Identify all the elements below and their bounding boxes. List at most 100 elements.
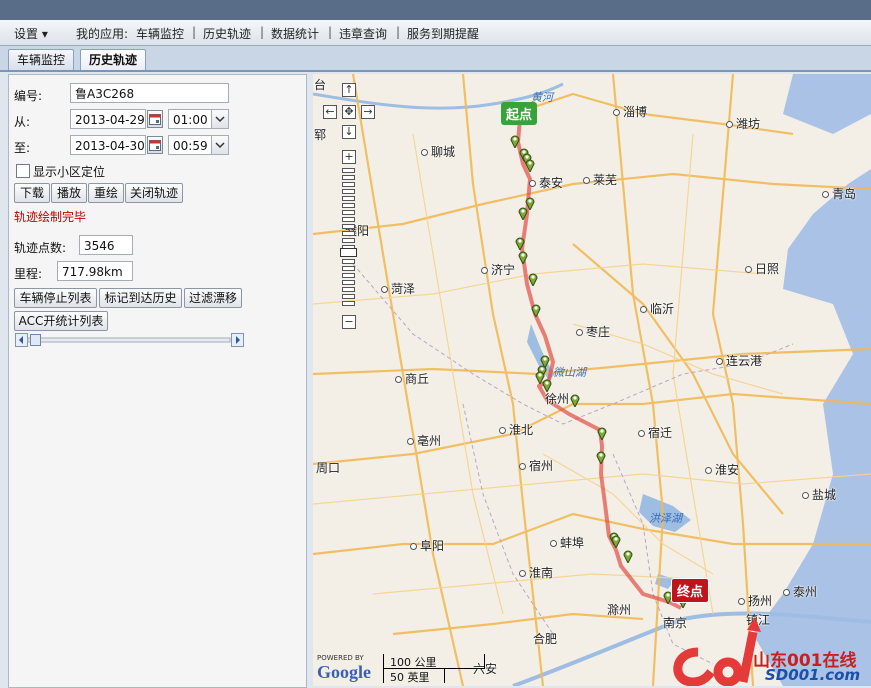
playback-slider[interactable]	[15, 333, 244, 347]
tab-vehicle-monitor[interactable]: 车辆监控	[8, 49, 75, 70]
acc-stats-button[interactable]: ACC开统计列表	[14, 311, 108, 331]
map-view[interactable]: 淄博 潍坊 聊城 泰安 莱芜 青岛 濮阳 济宁 日照 菏泽 临沂 枣庄 商丘 徐…	[313, 74, 871, 686]
city-label: 周口	[316, 461, 341, 475]
track-point-marker[interactable]	[611, 534, 621, 548]
plate-label: 编号:	[14, 89, 43, 103]
my-apps-label: 我的应用:	[76, 27, 129, 41]
city-label: 宿州	[519, 457, 553, 474]
city-label: 扬州	[738, 592, 772, 609]
city-label: 枣庄	[576, 323, 610, 340]
menu-bar: 设置 ▾ 我的应用: 车辆监控 | 历史轨迹 | 数据统计 | 违章查询 | 服…	[0, 20, 871, 46]
watermark-logo	[673, 617, 761, 686]
city-label: 盐城	[802, 486, 836, 503]
to-time-select[interactable]: 00:59	[168, 135, 229, 155]
pan-left-button[interactable]: ←	[323, 105, 337, 119]
menu-history-track[interactable]: 历史轨迹	[203, 25, 251, 42]
to-calendar-button[interactable]	[147, 136, 163, 154]
city-label: 潍坊	[726, 115, 760, 132]
tab-strip: 车辆监控 历史轨迹	[0, 46, 871, 72]
status-message: 轨迹绘制完毕	[14, 210, 87, 224]
zoom-slider-handle[interactable]	[340, 248, 357, 257]
chevron-down-icon[interactable]	[211, 136, 228, 154]
tab-history-track[interactable]: 历史轨迹	[80, 49, 147, 70]
powered-by-text: POWERED BY	[317, 654, 364, 662]
track-point-marker[interactable]	[510, 134, 520, 148]
scale-bar-km: 100 公里	[383, 654, 485, 669]
show-cell-checkbox[interactable]	[16, 164, 30, 178]
arrival-history-button[interactable]: 标记到达历史	[99, 288, 182, 308]
city-label: 淮南	[519, 564, 553, 581]
track-point-marker[interactable]	[528, 272, 538, 286]
track-point-marker[interactable]	[596, 450, 606, 464]
points-value: 3546	[79, 235, 133, 255]
city-label: 连云港	[716, 352, 762, 369]
city-label: 徐州	[545, 392, 570, 406]
show-cell-label: 显示小区定位	[33, 165, 106, 179]
scale-bar-mi: 50 英里	[383, 669, 445, 684]
points-label: 轨迹点数:	[14, 241, 67, 255]
menu-vehicle-monitor[interactable]: 车辆监控	[136, 25, 184, 42]
redraw-button[interactable]: 重绘	[88, 183, 124, 203]
track-point-marker[interactable]	[515, 236, 525, 250]
city-label: 台	[314, 78, 327, 92]
zoom-in-button[interactable]: +	[342, 150, 356, 164]
city-label: 淮安	[705, 461, 739, 478]
stop-list-button[interactable]: 车辆停止列表	[14, 288, 97, 308]
lake-label: 微山湖	[553, 366, 586, 379]
play-button[interactable]: 播放	[51, 183, 87, 203]
city-label: 临沂	[640, 300, 674, 317]
from-calendar-button[interactable]	[147, 110, 163, 128]
calendar-icon	[149, 140, 161, 151]
city-label: 淮北	[499, 421, 533, 438]
city-label: 聊城	[421, 143, 455, 160]
track-point-marker[interactable]	[597, 426, 607, 440]
menu-violation-query[interactable]: 违章查询	[339, 25, 387, 42]
track-point-marker[interactable]	[531, 303, 541, 317]
city-label: 商丘	[395, 370, 429, 387]
pan-center-button[interactable]: ✥	[342, 105, 356, 119]
to-time-value: 00:59	[173, 139, 208, 153]
to-date-input[interactable]: 2013-04-30	[70, 135, 146, 155]
pan-up-button[interactable]: ↑	[342, 83, 356, 97]
track-point-marker[interactable]	[542, 378, 552, 392]
city-label: 郓	[314, 128, 327, 142]
track-point-marker[interactable]	[518, 206, 528, 220]
mileage-value: 717.98km	[57, 261, 133, 281]
zoom-out-button[interactable]: −	[342, 315, 356, 329]
city-label: 滁州	[607, 603, 632, 617]
plate-input[interactable]: 鲁A3C268	[70, 83, 229, 103]
from-time-value: 01:00	[173, 113, 208, 127]
city-label: 亳州	[407, 432, 441, 449]
city-label: 青岛	[822, 185, 856, 202]
city-label: 合肥	[533, 632, 558, 646]
settings-menu[interactable]: 设置 ▾	[14, 25, 48, 42]
city-label: 蚌埠	[550, 534, 584, 551]
chevron-down-icon[interactable]	[211, 110, 228, 128]
download-button[interactable]: 下载	[14, 183, 50, 203]
city-label: 济宁	[481, 261, 515, 278]
pan-right-button[interactable]: →	[361, 105, 375, 119]
end-flag[interactable]: 终点	[671, 578, 710, 603]
city-label: 菏泽	[381, 280, 415, 297]
google-logo: Google	[317, 662, 371, 682]
city-label: 泰州	[783, 583, 817, 600]
pan-down-button[interactable]: ↓	[342, 125, 356, 139]
city-label: 泰安	[529, 174, 563, 191]
track-point-marker[interactable]	[623, 549, 633, 563]
watermark-url: SD001.com	[765, 666, 861, 684]
calendar-icon	[149, 114, 161, 125]
track-point-marker[interactable]	[570, 393, 580, 407]
track-point-marker[interactable]	[525, 158, 535, 172]
lake-label: 洪泽湖	[649, 512, 682, 525]
mileage-label: 里程:	[14, 267, 43, 281]
close-track-button[interactable]: 关闭轨迹	[125, 183, 183, 203]
city-label: 阜阳	[410, 537, 444, 554]
track-point-marker[interactable]	[518, 250, 528, 264]
menu-service-reminder[interactable]: 服务到期提醒	[407, 25, 479, 42]
from-time-select[interactable]: 01:00	[168, 109, 229, 129]
from-date-input[interactable]: 2013-04-29	[70, 109, 146, 129]
start-flag[interactable]: 起点	[501, 102, 538, 125]
city-label: 莱芜	[583, 171, 617, 188]
filter-drift-button[interactable]: 过滤漂移	[184, 288, 242, 308]
menu-data-stats[interactable]: 数据统计	[271, 25, 319, 42]
